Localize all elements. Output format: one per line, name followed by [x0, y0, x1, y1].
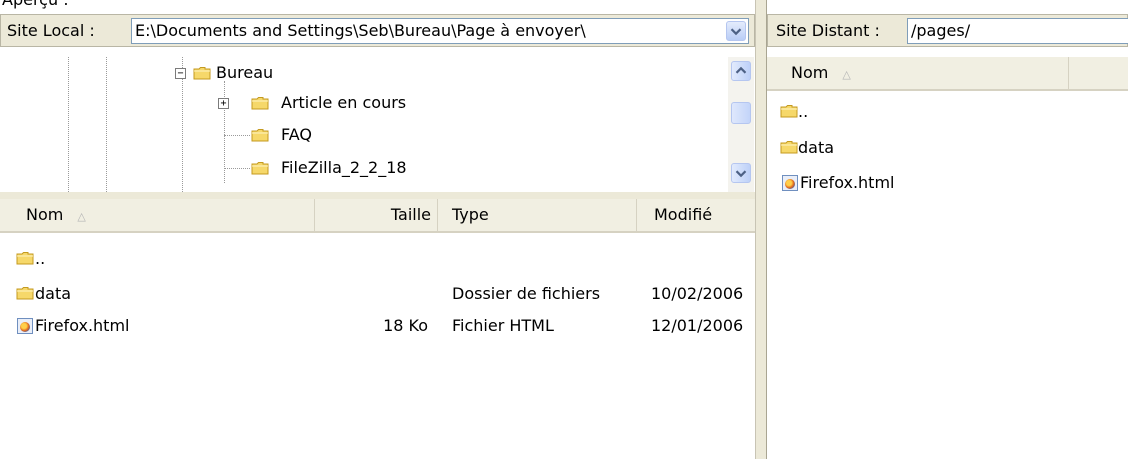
column-header-name[interactable]: Nom △: [767, 57, 1069, 89]
column-header-label: Type: [452, 205, 489, 224]
local-path-combobox[interactable]: E:\Documents and Settings\Seb\Bureau\Pag…: [131, 18, 749, 44]
folder-icon: [780, 104, 798, 118]
horizontal-splitter[interactable]: [0, 192, 755, 199]
local-address-label: Site Local :: [7, 21, 95, 40]
expand-icon[interactable]: +: [218, 98, 229, 109]
scroll-thumb[interactable]: [731, 102, 751, 124]
firefox-html-icon: [782, 175, 798, 191]
tree-guide-line: [106, 57, 107, 192]
folder-icon: [780, 140, 798, 154]
folder-icon: [251, 128, 269, 142]
local-file-list: .. data Dossier de fichiers 10/02/2006 F…: [0, 233, 755, 459]
remote-path-value: /pages/: [911, 21, 971, 40]
tree-item-label: FileZilla_2_2_18: [281, 158, 407, 177]
remote-file-list-header: Nom △: [767, 57, 1128, 91]
file-modified: 10/02/2006: [651, 284, 744, 303]
chevron-down-icon: [732, 164, 750, 182]
firefox-html-icon: [17, 318, 33, 334]
remote-path-input[interactable]: /pages/: [907, 18, 1128, 44]
column-header-modified[interactable]: Modifié: [637, 199, 755, 231]
remote-address-bar: Site Distant : /pages/: [767, 14, 1128, 47]
file-row-parent[interactable]: ..: [767, 101, 1128, 123]
column-header-size[interactable]: Taille: [315, 199, 438, 231]
folder-icon: [251, 161, 269, 175]
file-row-firefox[interactable]: Firefox.html 18 Ko Fichier HTML 12/01/20…: [0, 315, 755, 337]
file-name: ..: [35, 249, 46, 268]
column-header-type[interactable]: Type: [438, 199, 637, 231]
file-type: Dossier de fichiers: [452, 284, 601, 303]
tree-item-label: FAQ: [281, 125, 312, 144]
tree-guide-line: [224, 135, 250, 136]
remote-file-list: .. data Firefox.html: [767, 91, 1128, 459]
scroll-up-button[interactable]: [731, 61, 751, 81]
local-file-list-header: Nom △ Taille Type Modifié: [0, 199, 755, 233]
file-row-data[interactable]: data: [767, 137, 1128, 159]
file-row-parent[interactable]: ..: [0, 248, 755, 270]
folder-icon: [16, 286, 34, 300]
vertical-splitter[interactable]: [755, 0, 767, 459]
local-path-dropdown-button[interactable]: [726, 21, 746, 41]
file-row-firefox[interactable]: Firefox.html: [767, 172, 1128, 194]
collapse-icon[interactable]: −: [175, 68, 186, 79]
column-header-label: Modifié: [654, 205, 713, 224]
file-row-data[interactable]: data Dossier de fichiers 10/02/2006: [0, 283, 755, 305]
column-header-label: Nom: [26, 205, 64, 224]
local-address-bar: Site Local : E:\Documents and Settings\S…: [0, 14, 755, 47]
folder-icon: [16, 251, 34, 265]
tree-guide-line: [224, 168, 250, 169]
file-name: ..: [798, 102, 809, 121]
file-name: Firefox.html: [35, 316, 130, 335]
tree-item-label: Bureau: [216, 63, 274, 82]
column-header-label: Taille: [390, 205, 431, 224]
tree-item-label: Article en cours: [281, 93, 407, 112]
scroll-down-button[interactable]: [731, 163, 751, 183]
sort-ascending-icon: △: [842, 68, 851, 81]
chevron-up-icon: [732, 62, 750, 80]
column-header-name[interactable]: Nom △: [0, 199, 315, 231]
file-name: data: [798, 138, 835, 157]
file-size: 18 Ko: [383, 316, 428, 335]
folder-icon: [251, 96, 269, 110]
file-name: data: [35, 284, 72, 303]
file-modified: 12/01/2006: [651, 316, 744, 335]
file-type: Fichier HTML: [452, 316, 554, 335]
preview-caption: Aperçu :: [2, 0, 69, 9]
tree-scrollbar[interactable]: [728, 57, 754, 192]
chevron-down-icon: [727, 22, 745, 40]
sort-ascending-icon: △: [77, 210, 86, 223]
local-folder-tree: − Bureau + Article en cours FAQ FileZill…: [0, 57, 755, 192]
file-name: Firefox.html: [800, 173, 895, 192]
tree-guide-line: [68, 57, 69, 192]
remote-address-label: Site Distant :: [776, 21, 880, 40]
column-header-label: Nom: [791, 63, 829, 82]
folder-icon: [193, 66, 211, 80]
local-path-value: E:\Documents and Settings\Seb\Bureau\Pag…: [135, 21, 586, 40]
